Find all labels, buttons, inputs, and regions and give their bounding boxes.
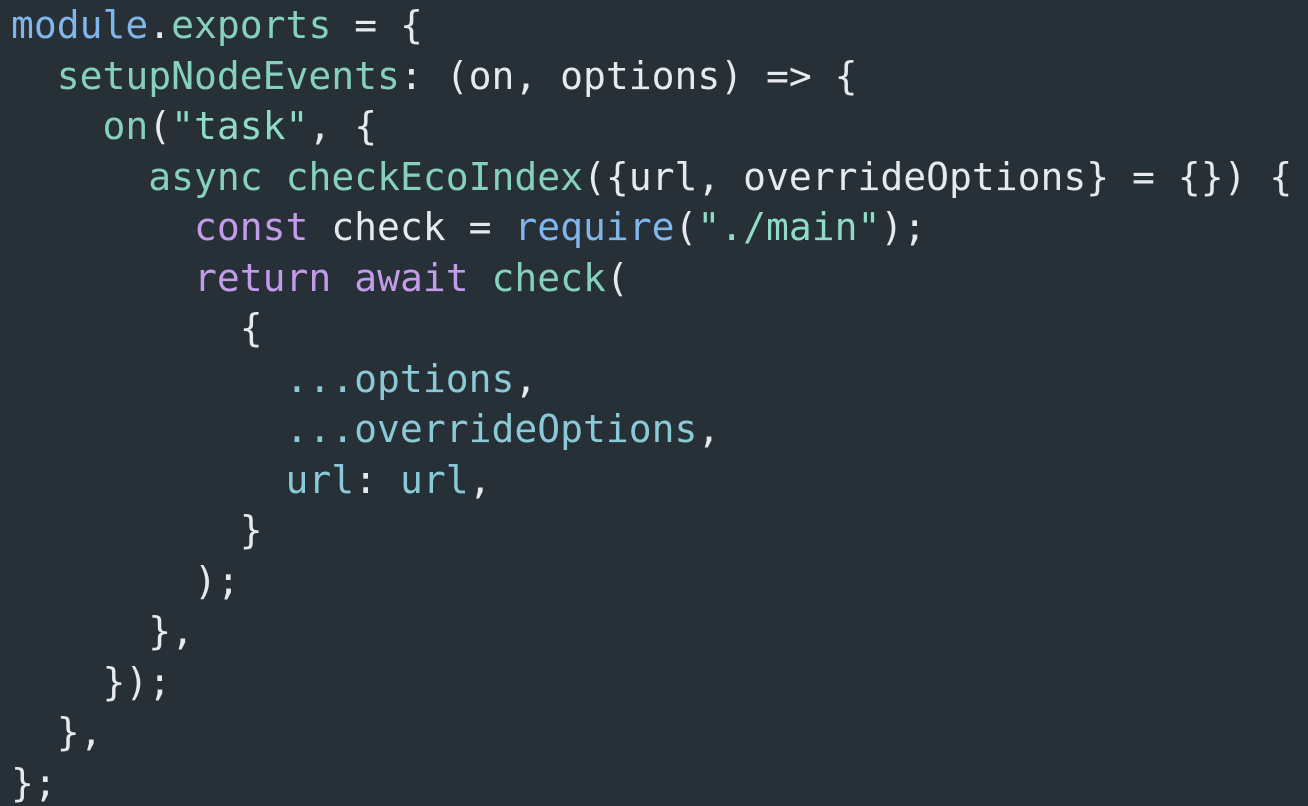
- code-token-punct: .: [148, 3, 172, 47]
- code-line: },: [11, 707, 103, 757]
- code-token-string: "task": [171, 104, 309, 148]
- code-token-func: async: [148, 154, 263, 199]
- code-token-func: setupNodeEvents: [56, 53, 400, 98]
- code-line: ...overrideOptions,: [11, 404, 721, 454]
- code-token-punct: = {: [331, 3, 423, 47]
- code-token-punct: (: [674, 205, 698, 249]
- code-token-punct: , {: [308, 104, 378, 148]
- code-token-punct: {: [11, 306, 263, 350]
- code-token-punct: ({url, overrideOptions} = {}) {: [582, 154, 1293, 199]
- code-line: on("task", {: [11, 101, 378, 151]
- code-token-punct: }: [11, 508, 263, 552]
- code-token-punct: );: [880, 205, 927, 249]
- code-token-punct: check =: [308, 205, 515, 249]
- code-token-keyword: return: [194, 255, 332, 300]
- code-token-call: module: [11, 3, 149, 47]
- code-token-func: on: [102, 104, 149, 148]
- code-token-punct: });: [11, 659, 172, 704]
- code-token-punct: (: [605, 255, 629, 300]
- code-token-ident: url: [399, 457, 469, 502]
- code-line: return await check(: [11, 253, 629, 303]
- code-line: setupNodeEvents: (on, options) => {: [11, 51, 858, 101]
- code-token-punct: },: [11, 710, 103, 754]
- code-line: ...options,: [11, 354, 538, 404]
- code-token-func: checkEcoIndex: [285, 154, 583, 199]
- code-token-func: check: [491, 255, 606, 300]
- code-token-punct: : (on, options) => {: [399, 53, 858, 98]
- code-token-keyword: await: [354, 255, 469, 300]
- code-token-punct: },: [11, 609, 195, 653]
- code-token-punct: :: [354, 457, 400, 502]
- code-token-func: exports: [171, 3, 332, 47]
- code-token-punct: );: [11, 558, 240, 603]
- code-token-punct: ,: [697, 407, 721, 451]
- code-token-ident: ...overrideOptions: [285, 407, 698, 451]
- code-line: });: [11, 657, 172, 707]
- code-line: module.exports = {: [11, 0, 423, 50]
- code-line: const check = require("./main");: [11, 202, 926, 252]
- code-token-ident: url: [285, 457, 355, 502]
- code-token-punct: ,: [514, 356, 538, 401]
- code-token-ident: ...options: [285, 356, 515, 401]
- code-token-call: require: [514, 205, 675, 249]
- code-line: {: [11, 303, 263, 353]
- code-line: async checkEcoIndex({url, overrideOption…: [11, 152, 1292, 202]
- code-line: );: [11, 556, 240, 606]
- code-token-punct: ,: [468, 457, 492, 502]
- code-editor[interactable]: module.exports = { setupNodeEvents: (on,…: [0, 0, 1308, 806]
- code-line: }: [11, 505, 263, 555]
- code-token-punct: };: [11, 760, 57, 805]
- code-token-string: "./main": [697, 205, 881, 249]
- code-line: },: [11, 606, 194, 656]
- code-token-punct: (: [148, 104, 172, 148]
- code-token-keyword: const: [194, 205, 309, 249]
- code-line: };: [11, 758, 57, 806]
- code-line: url: url,: [11, 455, 492, 505]
